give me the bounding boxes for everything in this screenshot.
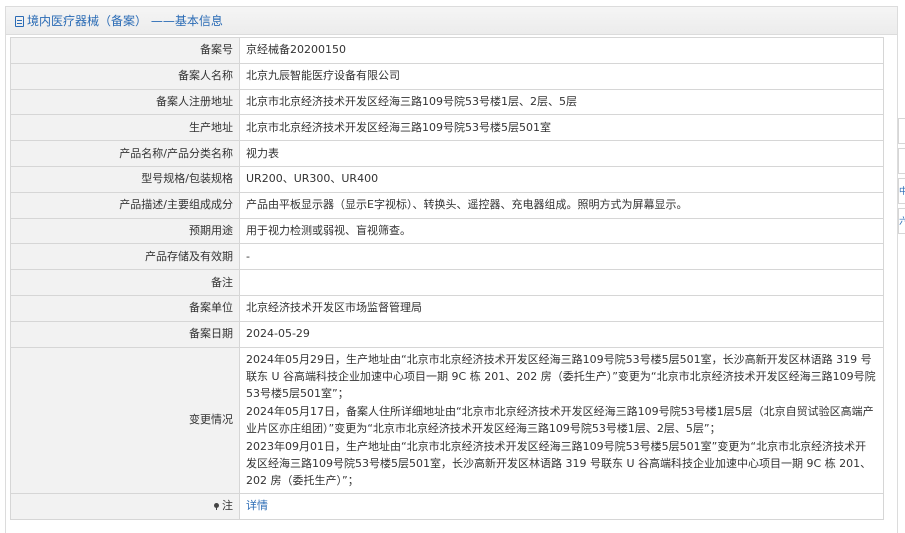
row-label: 产品描述/主要组成成分: [10, 191, 240, 219]
row-label: 变更情况: [10, 346, 240, 494]
row-label: 备案人注册地址: [10, 88, 240, 116]
row-value: 京经械备20200150: [239, 37, 884, 64]
table-row: 产品名称/产品分类名称 视力表: [10, 140, 884, 167]
row-value: UR200、UR300、UR400: [239, 165, 884, 193]
table-row: 型号规格/包装规格 UR200、UR300、UR400: [10, 165, 884, 193]
row-label: 备案人名称: [10, 62, 240, 90]
table-row: 备案人注册地址 北京市北京经济技术开发区经海三路109号院53号楼1层、2层、5…: [10, 88, 884, 116]
row-value: 北京市北京经济技术开发区经海三路109号院53号楼5层501室: [239, 114, 884, 142]
table-row: 产品存储及有效期 -: [10, 243, 884, 271]
change-entry: 2024年05月17日，备案人住所详细地址由“北京市北京经济技术开发区经海三路1…: [246, 404, 874, 436]
row-label: 备案号: [10, 37, 240, 64]
side-tab[interactable]: [898, 118, 905, 144]
table-row: 产品描述/主要组成成分 产品由平板显示器（显示E字视标）、转换头、遥控器、充电器…: [10, 191, 884, 219]
table-row: 备案号 京经械备20200150: [10, 37, 884, 64]
table-row: 预期用途 用于视力检测或弱视、盲视筛查。: [10, 217, 884, 245]
row-value: 北京经济技术开发区市场监督管理局: [239, 294, 884, 322]
row-value: 详情: [239, 492, 884, 520]
row-label: 备案日期: [10, 320, 240, 348]
side-tabs: 中 六: [898, 118, 905, 238]
row-label: 预期用途: [10, 217, 240, 245]
table-row: 备案人名称 北京九辰智能医疗设备有限公司: [10, 62, 884, 90]
row-value: 北京市北京经济技术开发区经海三路109号院53号楼1层、2层、5层: [239, 88, 884, 116]
note-label: 注: [222, 499, 233, 513]
row-value: [239, 269, 884, 296]
row-value: 2024-05-29: [239, 320, 884, 348]
row-value: 用于视力检测或弱视、盲视筛查。: [239, 217, 884, 245]
table-row: 生产地址 北京市北京经济技术开发区经海三路109号院53号楼5层501室: [10, 114, 884, 142]
row-value: 北京九辰智能医疗设备有限公司: [239, 62, 884, 90]
row-label: 产品名称/产品分类名称: [10, 140, 240, 167]
row-value: 产品由平板显示器（显示E字视标）、转换头、遥控器、充电器组成。照明方式为屏幕显示…: [239, 191, 884, 219]
side-tab[interactable]: 中: [898, 178, 905, 204]
table-row-changes: 变更情况 2024年05月29日，生产地址由“北京市北京经济技术开发区经海三路1…: [10, 346, 884, 494]
pin-icon: [214, 503, 219, 511]
table-row: 备注: [10, 269, 884, 296]
document-icon: [15, 16, 24, 27]
change-entry: 2024年05月29日，生产地址由“北京市北京经济技术开发区经海三路109号院5…: [246, 352, 876, 401]
table-row: 备案日期 2024-05-29: [10, 320, 884, 348]
row-label: 产品存储及有效期: [10, 243, 240, 271]
page-title: 境内医疗器械（备案） ——基本信息: [27, 14, 223, 28]
row-value: -: [239, 243, 884, 271]
row-label: 型号规格/包装规格: [10, 165, 240, 193]
side-tab[interactable]: 六: [898, 208, 905, 234]
panel-header: 境内医疗器械（备案） ——基本信息: [6, 7, 897, 35]
side-tab[interactable]: [898, 148, 905, 174]
info-table: 备案号 京经械备20200150 备案人名称 北京九辰智能医疗设备有限公司 备案…: [10, 37, 884, 520]
row-label: 生产地址: [10, 114, 240, 142]
change-entry: 2023年09月01日，生产地址由“北京市北京经济技术开发区经海三路109号院5…: [246, 439, 872, 488]
row-label: 备注: [10, 269, 240, 296]
details-link[interactable]: 详情: [246, 499, 268, 512]
change-history: 2024年05月29日，生产地址由“北京市北京经济技术开发区经海三路109号院5…: [239, 346, 884, 494]
table-row: 备案单位 北京经济技术开发区市场监督管理局: [10, 294, 884, 322]
row-value: 视力表: [239, 140, 884, 167]
row-label: 备案单位: [10, 294, 240, 322]
table-row-note: 注 详情: [10, 492, 884, 520]
row-label: 注: [10, 492, 240, 520]
